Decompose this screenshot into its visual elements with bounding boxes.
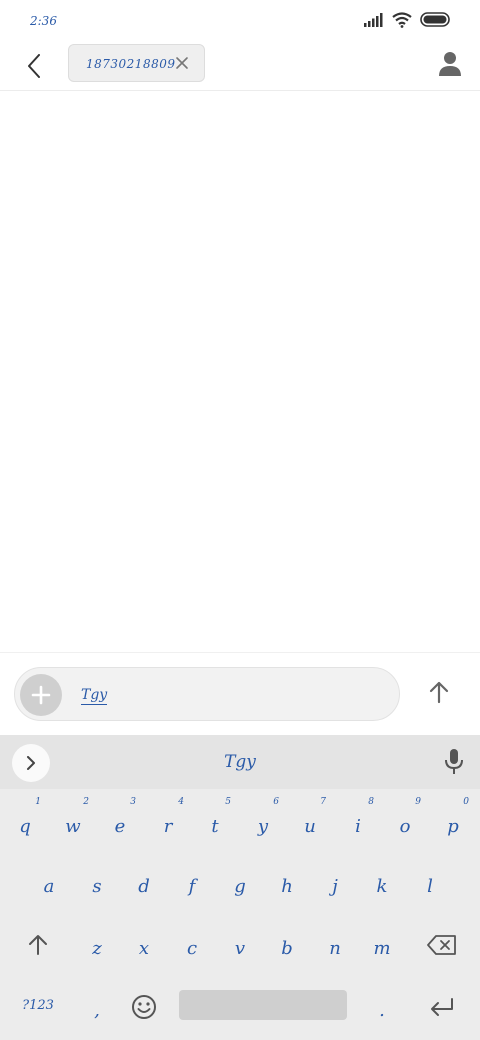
key-y[interactable]: 6y	[239, 793, 287, 853]
status-icons	[364, 12, 452, 28]
key-k[interactable]: k	[358, 853, 406, 913]
backspace-key[interactable]	[418, 915, 466, 975]
conversation-header: 18730218809	[0, 44, 480, 91]
key-a[interactable]: a	[25, 853, 73, 913]
shift-key[interactable]	[14, 915, 62, 975]
compose-divider	[0, 652, 480, 653]
key-e[interactable]: 3e	[96, 793, 144, 853]
mic-icon[interactable]	[442, 748, 466, 776]
key-r[interactable]: 4r	[144, 793, 192, 853]
key-u[interactable]: 7u	[286, 793, 334, 853]
key-t[interactable]: 5t	[191, 793, 239, 853]
keyboard: Tgy 1q 2w 3e 4r 5t 6y 7u 8i 9o 0p a s d …	[0, 735, 480, 1040]
enter-icon	[431, 998, 453, 1016]
key-b[interactable]: b	[263, 915, 311, 975]
backspace-icon	[427, 935, 456, 955]
key-v[interactable]: v	[216, 915, 264, 975]
key-f[interactable]: f	[168, 853, 216, 913]
key-g[interactable]: g	[216, 853, 264, 913]
key-w[interactable]: 2w	[49, 793, 97, 853]
key-x[interactable]: x	[120, 915, 168, 975]
arrow-up-icon	[429, 681, 449, 704]
key-d[interactable]: d	[120, 853, 168, 913]
send-button[interactable]	[422, 675, 456, 709]
battery-icon	[420, 12, 450, 27]
plus-icon	[31, 685, 51, 705]
key-c[interactable]: c	[168, 915, 216, 975]
recipient-number: 18730218809	[86, 57, 176, 71]
back-arrow-icon	[28, 54, 40, 78]
key-m[interactable]: m	[358, 915, 406, 975]
key-j[interactable]: j	[311, 853, 359, 913]
shift-arrow-icon	[29, 935, 47, 955]
spacebar[interactable]	[179, 990, 347, 1020]
key-l[interactable]: l	[406, 853, 454, 913]
suggestion-bar: Tgy	[0, 735, 480, 789]
signal-icon	[364, 13, 383, 27]
enter-key[interactable]	[418, 977, 466, 1037]
period-key[interactable]: .	[358, 977, 406, 1037]
key-i[interactable]: 8i	[334, 793, 382, 853]
message-input[interactable]: Tgy	[81, 687, 108, 705]
key-s[interactable]: s	[73, 853, 121, 913]
key-z[interactable]: z	[73, 915, 121, 975]
key-q[interactable]: 1q	[1, 793, 49, 853]
status-bar: 2:36	[0, 0, 480, 44]
wifi-icon	[392, 12, 412, 28]
symbols-key[interactable]: ?123	[10, 985, 66, 1025]
back-button[interactable]	[20, 50, 48, 82]
compose-box[interactable]: Tgy	[14, 667, 400, 721]
key-o[interactable]: 9o	[381, 793, 429, 853]
emoji-icon	[132, 995, 156, 1019]
emoji-key[interactable]	[120, 977, 168, 1037]
key-h[interactable]: h	[263, 853, 311, 913]
attach-button[interactable]	[20, 674, 62, 716]
recipient-chip[interactable]: 18730218809	[68, 44, 205, 82]
suggestion-word[interactable]: Tgy	[0, 752, 480, 772]
key-n[interactable]: n	[311, 915, 359, 975]
status-time: 2:36	[30, 14, 57, 28]
close-icon[interactable]	[174, 55, 190, 71]
key-p[interactable]: 0p	[429, 793, 477, 853]
comma-key[interactable]: ,	[73, 977, 121, 1037]
person-icon[interactable]	[438, 51, 462, 77]
